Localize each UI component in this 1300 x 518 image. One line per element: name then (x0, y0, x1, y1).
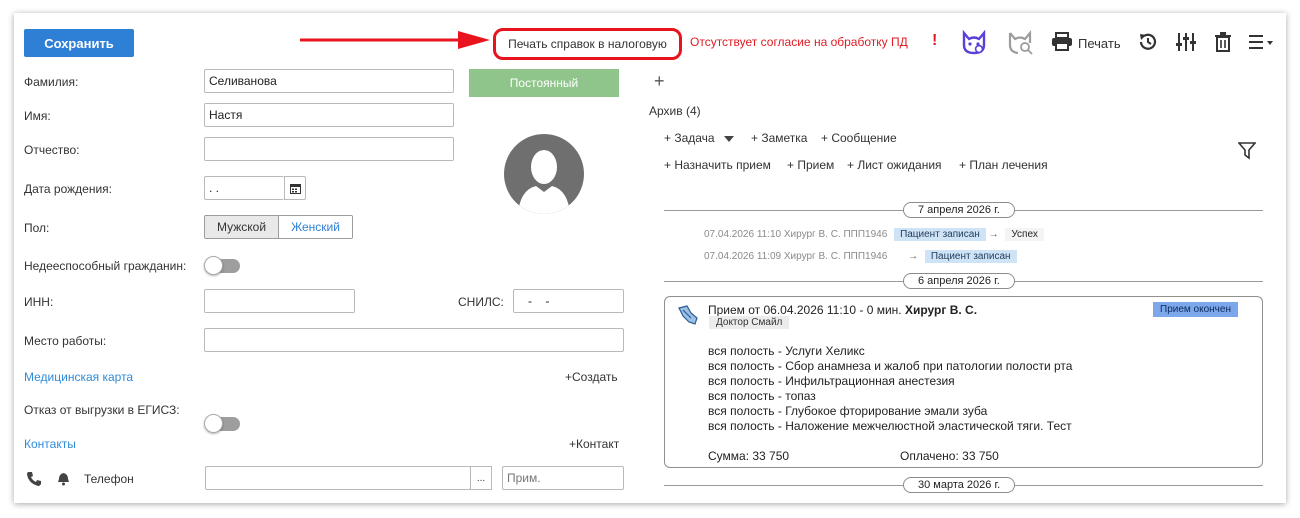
surname-label: Фамилия: (24, 75, 79, 89)
annotation-arrow (300, 31, 490, 49)
paid-label: Оплачено: 33 750 (900, 449, 999, 463)
doctor-chip: Доктор Смайл (709, 316, 790, 329)
create-card-button[interactable]: +Создать (565, 370, 618, 384)
waiting-list-button[interactable]: + Лист ожидания (847, 158, 942, 172)
filter-icon[interactable] (1237, 142, 1257, 163)
add-message-button[interactable]: + Сообщение (821, 131, 897, 145)
date-separator: 30 марта 2026 г. (903, 477, 1016, 493)
log-entry-text: 07.04.2026 11:09 Хирург В. С. ППП1946 (704, 251, 888, 262)
phone-icon[interactable] (26, 471, 42, 490)
name-label: Имя: (24, 109, 51, 123)
sex-selector: Мужской Женский (204, 215, 353, 239)
phone-label: Телефон (84, 472, 134, 486)
status-chip: Пациент записан (894, 228, 986, 241)
avatar[interactable] (504, 134, 584, 214)
sex-option-female[interactable]: Женский (279, 216, 352, 238)
sex-label: Пол: (24, 221, 50, 235)
snils-field[interactable]: - - (513, 289, 624, 313)
service-line: вся полость - Инфильтрационная анестезия (708, 374, 955, 388)
cat-link-icon[interactable] (960, 29, 988, 55)
incapable-label: Недееспособный гражданин: (24, 259, 187, 273)
add-task-button[interactable]: + Задача (664, 131, 734, 145)
appointment-doctor: Хирург В. С. (904, 303, 978, 317)
add-button[interactable]: + (654, 71, 665, 92)
contacts-link[interactable]: Контакты (24, 437, 76, 451)
cat-search-icon[interactable] (1006, 29, 1034, 55)
arrow-right-icon: → (988, 229, 999, 240)
patient-window: Сохранить Печать справок в налоговую Отс… (14, 13, 1286, 503)
inn-label: ИНН: (24, 295, 54, 309)
save-button[interactable]: Сохранить (24, 29, 134, 57)
arrow-right-icon: → (908, 251, 919, 262)
history-icon[interactable] (1134, 29, 1162, 55)
warning-icon: ! (932, 32, 938, 49)
surname-field[interactable]: Селиванова (204, 69, 454, 93)
egisz-label: Отказ от выгрузки в ЕГИСЗ: (24, 403, 180, 417)
print-button-label[interactable]: Печать (1078, 36, 1121, 51)
patronymic-label: Отчество: (24, 143, 80, 157)
medical-card-link[interactable]: Медицинская карта (24, 370, 133, 384)
menu-icon[interactable] (1247, 29, 1275, 55)
appointment-title: Прием от 06.04.2026 11:10 - 0 мин. Хирур… (708, 303, 977, 317)
archive-link[interactable]: Архив (4) (649, 104, 701, 118)
phone-field[interactable] (205, 466, 471, 490)
treatment-plan-button[interactable]: + План лечения (959, 158, 1048, 172)
status-chip: Пациент записан (924, 250, 1017, 263)
service-line: вся полость - Сбор анамнеза и жалоб при … (708, 359, 1073, 373)
phone-more-button[interactable]: ... (470, 466, 492, 490)
patronymic-field[interactable] (204, 137, 454, 161)
status-badge: Прием окончен (1153, 302, 1238, 317)
sliders-icon[interactable] (1172, 29, 1200, 55)
work-label: Место работы: (24, 334, 107, 348)
sex-option-male[interactable]: Мужской (205, 216, 280, 238)
sum-label: Сумма: 33 750 (708, 449, 790, 463)
add-contact-button[interactable]: +Контакт (569, 437, 619, 451)
service-line: вся полость - топаз (708, 389, 816, 403)
bell-icon[interactable] (57, 472, 70, 489)
name-field[interactable]: Настя (204, 103, 454, 127)
birth-date-field[interactable]: . . (204, 176, 284, 200)
log-entry-text: 07.04.2026 11:10 Хирург В. С. ППП1946 (704, 229, 888, 240)
appointment-icon (677, 304, 699, 329)
date-separator: 7 апреля 2026 г. (903, 202, 1015, 218)
appointment-title-text: Прием от 06.04.2026 11:10 - 0 мин. (708, 303, 902, 317)
service-line: вся полость - Глубокое фторирование эмал… (708, 404, 988, 418)
date-separator: 6 апреля 2026 г. (903, 273, 1015, 289)
appointment-card[interactable]: Прием от 06.04.2026 11:10 - 0 мин. Хирур… (664, 296, 1263, 468)
result-chip: Успех (1005, 228, 1044, 241)
egisz-toggle[interactable] (204, 414, 240, 433)
caret-down-icon[interactable] (723, 135, 734, 142)
incapable-toggle[interactable] (204, 256, 240, 275)
log-entry: 07.04.2026 11:09 Хирург В. С. ППП1946 → … (704, 250, 1017, 263)
birth-date-label: Дата рождения: (24, 182, 112, 196)
service-line: вся полость - Наложение межчелюстной эла… (708, 419, 1072, 433)
trash-icon[interactable] (1209, 29, 1237, 55)
schedule-appointment-button[interactable]: + Назначить прием (664, 158, 771, 172)
work-field[interactable] (204, 328, 624, 352)
calendar-icon[interactable] (284, 176, 306, 200)
pd-consent-warning[interactable]: Отсутствует согласие на обработку ПД (690, 35, 908, 49)
log-entry: 07.04.2026 11:10 Хирург В. С. ППП1946 Па… (704, 228, 1044, 241)
add-visit-button[interactable]: + Прием (787, 158, 834, 172)
phone-note-field[interactable] (502, 466, 624, 490)
snils-label: СНИЛС: (458, 295, 504, 309)
add-task-label: + Задача (664, 131, 715, 145)
printer-icon[interactable] (1048, 29, 1076, 55)
inn-field[interactable] (204, 289, 355, 313)
print-tax-certificates-button[interactable]: Печать справок в налоговую (493, 28, 682, 60)
add-note-button[interactable]: + Заметка (751, 131, 807, 145)
patient-status-badge[interactable]: Постоянный (469, 69, 619, 97)
service-line: вся полость - Услуги Хеликс (708, 344, 865, 358)
